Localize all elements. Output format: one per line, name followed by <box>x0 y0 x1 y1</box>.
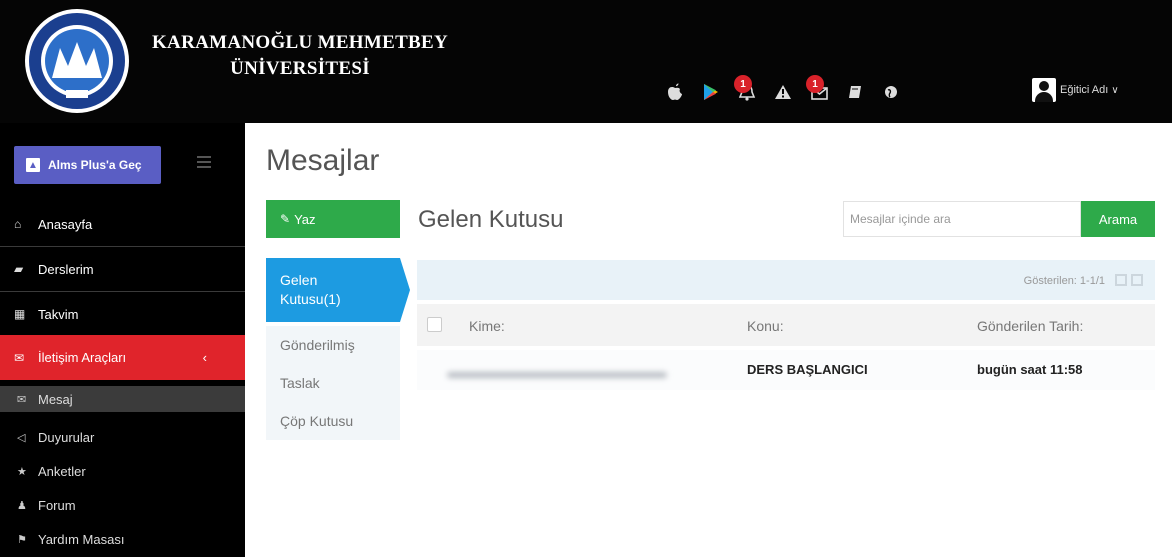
users-icon: ♟ <box>17 499 27 512</box>
avatar[interactable] <box>1032 78 1056 102</box>
flag-icon: ⚑ <box>17 533 27 546</box>
sidebar-subitem-label: Yardım Masası <box>38 531 125 547</box>
sidebar-item-anasayfa[interactable]: ⌂ Anasayfa <box>0 202 245 247</box>
column-header-subject: Konu: <box>747 318 784 334</box>
messages-badge: 1 <box>806 75 824 93</box>
folder-inbox[interactable]: Gelen Kutusu(1) <box>266 258 410 322</box>
book-icon[interactable] <box>840 77 870 107</box>
calendar-icon: ▦ <box>14 307 26 321</box>
sidebar-subitem-yardim-masasi[interactable]: ⚑ Yardım Masası <box>0 522 245 556</box>
message-date: bugün saat 11:58 <box>977 362 1083 377</box>
select-all-checkbox[interactable] <box>427 317 442 332</box>
university-logo[interactable] <box>22 6 132 116</box>
folder-drafts[interactable]: Taslak <box>266 364 400 402</box>
alms-plus-button[interactable]: ▲ Alms Plus'a Geç <box>14 146 161 184</box>
sidebar-subitem-mesaj[interactable]: ✉ Mesaj <box>0 386 245 412</box>
sidebar-subitem-label: Anketler <box>38 463 86 479</box>
compose-button-label: Yaz <box>294 211 316 227</box>
notification-bell-icon[interactable]: 1 <box>732 75 762 107</box>
chevron-down-icon[interactable]: ∨ <box>1111 85 1118 96</box>
envelope-icon: ✉ <box>14 350 25 365</box>
university-name: KARAMANOĞLU MEHMETBEY ÜNİVERSİTESİ <box>135 30 465 82</box>
sidebar-subitem-label: Forum <box>38 497 76 513</box>
megaphone-icon: ◁ <box>17 431 26 444</box>
sidebar-subitem-anketler[interactable]: ★ Anketler <box>0 454 245 488</box>
university-name-line2: ÜNİVERSİTESİ <box>230 58 370 79</box>
redacted-recipient <box>447 372 667 378</box>
expand-icon[interactable] <box>1115 274 1143 288</box>
user-menu[interactable]: Eğitici Adı ∨ <box>1032 78 1119 102</box>
pencil-icon: ✎ <box>280 212 291 226</box>
sidebar-subitem-label: Duyurular <box>38 429 95 445</box>
notification-badge: 1 <box>734 75 752 93</box>
folder-sent[interactable]: Gönderilmiş <box>266 326 400 364</box>
university-name-line1: KARAMANOĞLU MEHMETBEY <box>151 32 449 53</box>
sidebar-subitem-duyurular[interactable]: ◁ Duyurular <box>0 420 245 454</box>
header-icon-bar: 1 1 <box>660 70 912 114</box>
sidebar: ▲ Alms Plus'a Geç ⌂ Anasayfa ▰ Derslerim… <box>0 123 245 557</box>
apple-icon[interactable] <box>660 77 690 107</box>
message-search-input[interactable] <box>843 201 1081 237</box>
inbox-title: Gelen Kutusu <box>418 206 564 233</box>
sidebar-subitem-forum[interactable]: ♟ Forum <box>0 488 245 522</box>
home-icon: ⌂ <box>14 217 22 231</box>
warning-icon[interactable] <box>768 77 798 107</box>
sidebar-item-label: Takvim <box>38 306 79 322</box>
folder-list: Gelen Kutusu(1) Gönderilmiş Taslak Çöp K… <box>266 258 410 440</box>
table-header: Kime: Konu: Gönderilen Tarih: <box>417 304 1155 346</box>
message-subject[interactable]: DERS BAŞLANGICI <box>747 362 868 377</box>
hamburger-menu-icon[interactable] <box>197 156 211 170</box>
column-header-date: Gönderilen Tarih: <box>977 318 1084 334</box>
globe-icon[interactable] <box>876 77 906 107</box>
folder-trash[interactable]: Çöp Kutusu <box>266 402 400 440</box>
sidebar-item-takvim[interactable]: ▦ Takvim <box>0 292 245 337</box>
sidebar-subitem-label: Mesaj <box>38 391 73 407</box>
sidebar-item-label: Derslerim <box>38 261 94 277</box>
messages-icon[interactable]: 1 <box>804 75 834 107</box>
google-play-icon[interactable] <box>696 77 726 107</box>
book-icon: ▰ <box>14 262 24 276</box>
alms-plus-icon: ▲ <box>26 158 40 172</box>
compose-button[interactable]: ✎ Yaz <box>266 200 400 238</box>
showing-count: Gösterilen: 1-1/1 <box>1023 275 1105 287</box>
sidebar-item-label: Anasayfa <box>38 216 93 232</box>
column-header-to: Kime: <box>469 318 505 334</box>
sidebar-item-iletisim-araclari[interactable]: ✉ İletişim Araçları ‹ <box>0 335 245 380</box>
chevron-left-icon[interactable]: ‹ <box>203 350 207 365</box>
alms-plus-label: Alms Plus'a Geç <box>48 158 142 172</box>
star-icon: ★ <box>17 465 27 478</box>
user-name[interactable]: Eğitici Adı <box>1060 84 1108 96</box>
top-header: KARAMANOĞLU MEHMETBEY ÜNİVERSİTESİ 1 1 E… <box>0 0 1172 123</box>
message-info-bar: Gösterilen: 1-1/1 <box>417 260 1155 300</box>
table-row[interactable]: DERS BAŞLANGICI bugün saat 11:58 <box>417 350 1155 390</box>
search-button[interactable]: Arama <box>1081 201 1155 237</box>
sidebar-item-derslerim[interactable]: ▰ Derslerim <box>0 247 245 292</box>
page-title: Mesajlar <box>266 144 380 177</box>
envelope-icon: ✉ <box>17 393 27 406</box>
sidebar-item-label: İletişim Araçları <box>38 350 127 365</box>
